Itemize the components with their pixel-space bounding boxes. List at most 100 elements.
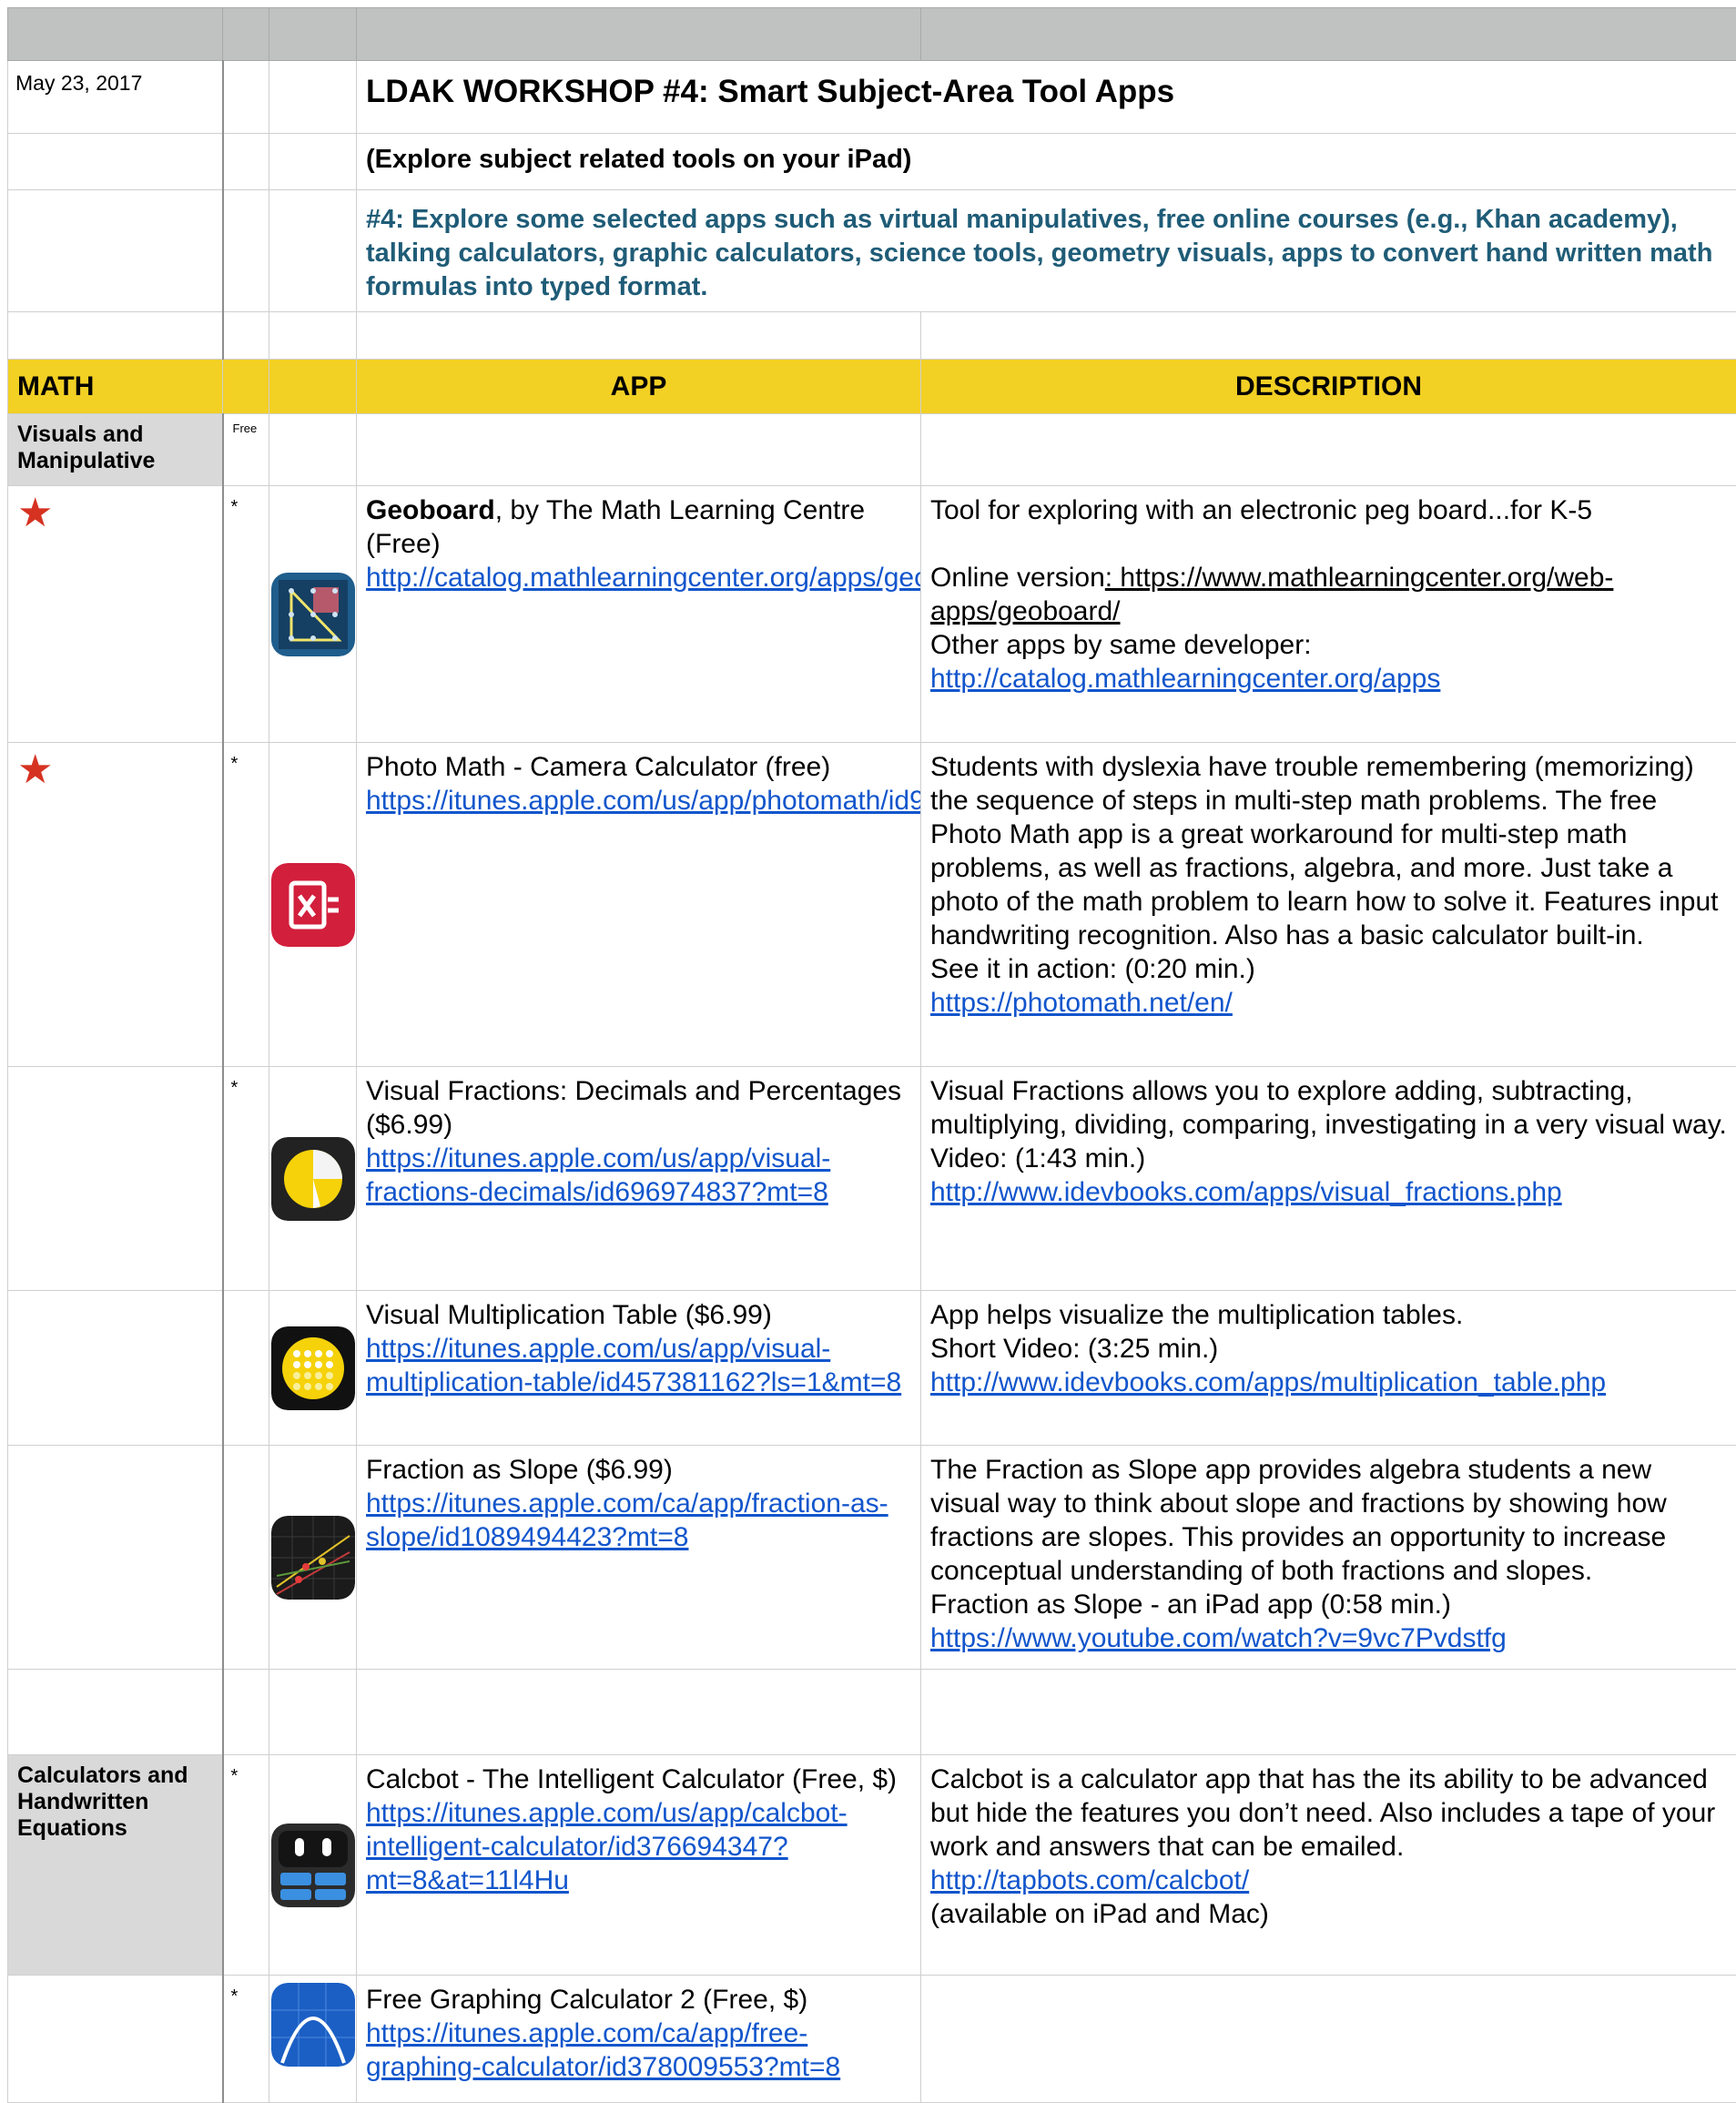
icon-cell[interactable] (269, 1067, 357, 1291)
marker-cell[interactable]: * (223, 743, 269, 1067)
empty-cell[interactable] (269, 312, 357, 360)
app-description: Calcbot is a calculator app that has the… (930, 1763, 1727, 1864)
blank-row (8, 1670, 1736, 1755)
description-link[interactable]: http://www.idevbooks.com/apps/multiplica… (930, 1367, 1606, 1397)
empty-cell[interactable] (8, 1976, 223, 2103)
empty-cell[interactable] (357, 312, 921, 360)
icon-cell[interactable] (269, 486, 357, 743)
icon-cell[interactable] (269, 743, 357, 1067)
app-cell[interactable]: Fraction as Slope ($6.99) https://itunes… (357, 1446, 921, 1670)
column-header-d[interactable] (357, 8, 921, 61)
date-cell[interactable]: May 23, 2017 (8, 61, 223, 134)
video-label: Short Video: (3:25 min.) (930, 1332, 1727, 1366)
column-header-a[interactable] (8, 8, 223, 61)
app-header[interactable]: APP (357, 360, 921, 414)
star-cell[interactable]: ★ (8, 486, 223, 743)
icon-cell[interactable] (269, 1755, 357, 1976)
app-cell[interactable]: Free Graphing Calculator 2 (Free, $) htt… (357, 1976, 921, 2103)
empty-cell[interactable] (223, 312, 269, 360)
video-label: See it in action: (0:20 min.) (930, 952, 1727, 986)
marker-cell[interactable]: * (223, 1976, 269, 2103)
marker-cell[interactable]: * (223, 1755, 269, 1976)
video-label: Fraction as Slope - an iPad app (0:58 mi… (930, 1588, 1727, 1621)
description-cell[interactable]: App helps visualize the multiplication t… (921, 1291, 1736, 1446)
empty-cell[interactable] (223, 61, 269, 134)
section-label-calculators[interactable]: Calculators and Handwritten Equations (8, 1755, 223, 1976)
description-cell[interactable]: Visual Fractions allows you to explore a… (921, 1067, 1736, 1291)
app-cell[interactable]: Visual Multiplication Table ($6.99) http… (357, 1291, 921, 1446)
subtitle-row: (Explore subject related tools on your i… (8, 134, 1736, 190)
description-cell[interactable]: The Fraction as Slope app provides algeb… (921, 1446, 1736, 1670)
description-cell[interactable]: Calcbot is a calculator app that has the… (921, 1755, 1736, 1976)
pie-chart-icon (271, 1137, 355, 1221)
app-description: Visual Fractions allows you to explore a… (930, 1074, 1727, 1142)
icon-cell[interactable] (269, 1446, 357, 1670)
empty-cell[interactable] (269, 1670, 357, 1755)
app-link[interactable]: https://itunes.apple.com/us/app/calcbot-… (366, 1798, 848, 1895)
description-cell[interactable]: Tool for exploring with an electronic pe… (921, 486, 1736, 743)
empty-cell[interactable] (269, 61, 357, 134)
app-cell[interactable]: Visual Fractions: Decimals and Percentag… (357, 1067, 921, 1291)
parabola-graph-icon (271, 1983, 355, 2067)
subject-header[interactable]: MATH (8, 360, 223, 414)
empty-cell[interactable] (269, 190, 357, 312)
description-header[interactable]: DESCRIPTION (921, 360, 1736, 414)
empty-cell[interactable] (921, 1976, 1736, 2103)
app-name: Visual Fractions: Decimals and Percentag… (366, 1074, 911, 1142)
empty-header-cell[interactable] (223, 360, 269, 414)
app-link[interactable]: https://itunes.apple.com/ca/app/fraction… (366, 1488, 888, 1552)
column-header-c[interactable] (269, 8, 357, 61)
empty-cell[interactable] (223, 1670, 269, 1755)
app-link[interactable]: https://itunes.apple.com/us/app/visual-f… (366, 1143, 830, 1207)
empty-cell[interactable] (8, 1067, 223, 1291)
app-cell[interactable]: Photo Math - Camera Calculator (free) ht… (357, 743, 921, 1067)
free-note[interactable]: Free (223, 414, 269, 486)
empty-cell[interactable] (921, 312, 1736, 360)
workshop-goal[interactable]: #4: Explore some selected apps such as v… (357, 190, 1736, 312)
empty-cell[interactable] (357, 1670, 921, 1755)
other-apps-label: Other apps by same developer: (930, 628, 1727, 662)
description-link[interactable]: https://www.youtube.com/watch?v=9vc7Pvds… (930, 1623, 1507, 1653)
marker-cell[interactable]: * (223, 486, 269, 743)
app-cell[interactable]: Calcbot - The Intelligent Calculator (Fr… (357, 1755, 921, 1976)
empty-cell[interactable] (357, 414, 921, 486)
description-link[interactable]: http://tapbots.com/calcbot/ (930, 1865, 1249, 1895)
table-row: * Free Graphing Calculator 2 (Free, $) h… (8, 1976, 1736, 2103)
description-link[interactable]: http://catalog.mathlearningcenter.org/ap… (930, 664, 1440, 694)
app-link[interactable]: https://itunes.apple.com/us/app/photomat… (366, 786, 921, 816)
empty-cell[interactable] (8, 1670, 223, 1755)
empty-cell[interactable] (8, 312, 223, 360)
star-cell[interactable]: ★ (8, 743, 223, 1067)
icon-cell[interactable] (269, 1976, 357, 2103)
app-cell[interactable]: Geoboard, by The Math Learning Centre (F… (357, 486, 921, 743)
empty-cell[interactable] (8, 134, 223, 190)
description-link[interactable]: https://photomath.net/en/ (930, 988, 1233, 1018)
empty-cell[interactable] (8, 1446, 223, 1670)
empty-cell[interactable] (223, 134, 269, 190)
column-header-e[interactable] (921, 8, 1736, 61)
page-title[interactable]: LDAK WORKSHOP #4: Smart Subject-Area Too… (357, 61, 1736, 134)
app-name: Free Graphing Calculator 2 (Free, $) (366, 1983, 911, 2017)
marker-cell[interactable]: * (223, 1067, 269, 1291)
description-cell[interactable]: Students with dyslexia have trouble reme… (921, 743, 1736, 1067)
app-link[interactable]: https://itunes.apple.com/us/app/visual-m… (366, 1334, 901, 1397)
empty-cell[interactable] (223, 1446, 269, 1670)
column-header-b[interactable] (223, 8, 269, 61)
empty-cell[interactable] (223, 190, 269, 312)
empty-cell[interactable] (269, 414, 357, 486)
empty-cell[interactable] (921, 1670, 1736, 1755)
empty-cell[interactable] (921, 414, 1736, 486)
app-link[interactable]: https://itunes.apple.com/ca/app/free-gra… (366, 2018, 840, 2082)
description-link[interactable]: http://www.idevbooks.com/apps/visual_fra… (930, 1177, 1562, 1207)
online-version: Online version: https://www.mathlearning… (930, 561, 1727, 628)
empty-header-cell[interactable] (269, 360, 357, 414)
empty-cell[interactable] (8, 1291, 223, 1446)
page-subtitle[interactable]: (Explore subject related tools on your i… (357, 134, 1736, 190)
icon-cell[interactable] (269, 1291, 357, 1446)
empty-cell[interactable] (269, 134, 357, 190)
empty-cell[interactable] (8, 190, 223, 312)
section-label-visuals[interactable]: Visuals and Manipulative (8, 414, 223, 486)
app-link[interactable]: http://catalog.mathlearningcenter.org/ap… (366, 563, 921, 593)
empty-cell[interactable] (223, 1291, 269, 1446)
video-label: Video: (1:43 min.) (930, 1142, 1727, 1175)
